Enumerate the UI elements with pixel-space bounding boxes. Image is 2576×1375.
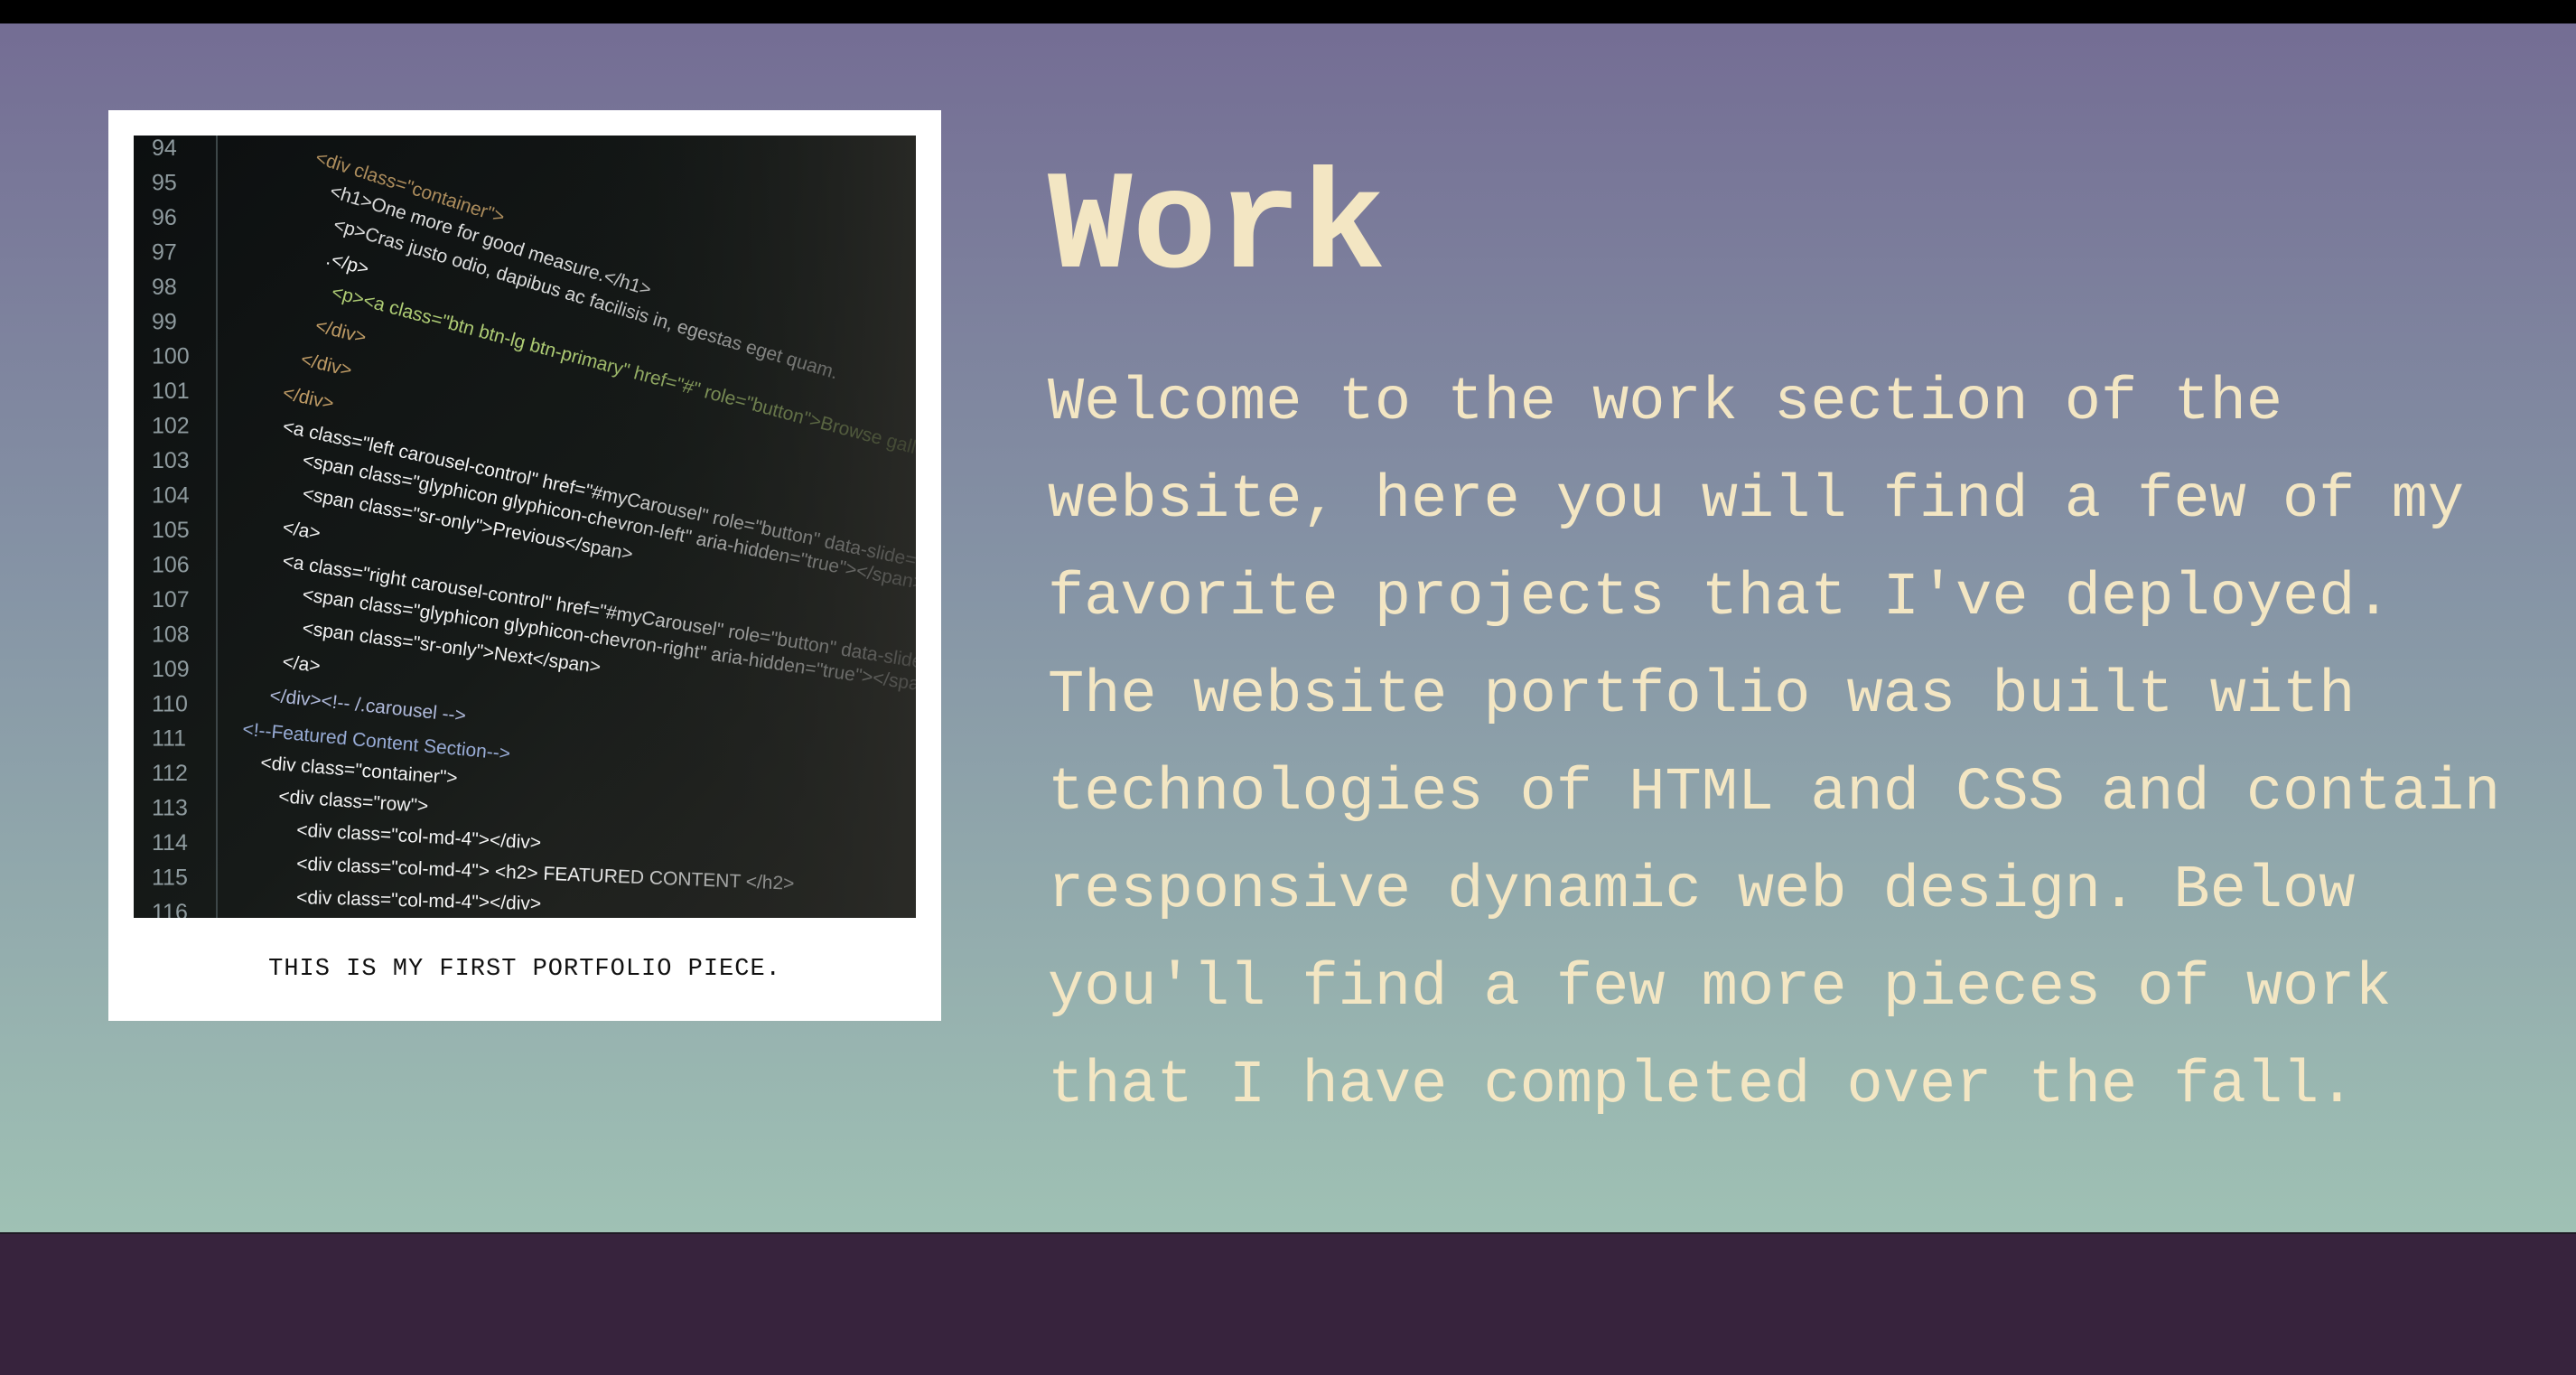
top-bar bbox=[0, 0, 2576, 23]
intro-paragraph: Welcome to the work section of the websi… bbox=[1048, 369, 2501, 1120]
portfolio-caption: THIS IS MY FIRST PORTFOLIO PIECE. bbox=[268, 956, 781, 983]
photo-fade-overlay bbox=[134, 136, 916, 918]
code-screenshot-image: 9495969798991001011021031041051061071081… bbox=[134, 136, 916, 918]
work-section: 9495969798991001011021031041051061071081… bbox=[0, 23, 2576, 1234]
page-title: Work bbox=[1048, 149, 1386, 309]
footer-band bbox=[0, 1234, 2576, 1375]
code-screenshot-graphic: 9495969798991001011021031041051061071081… bbox=[134, 136, 916, 918]
portfolio-card[interactable]: 9495969798991001011021031041051061071081… bbox=[108, 110, 941, 1021]
